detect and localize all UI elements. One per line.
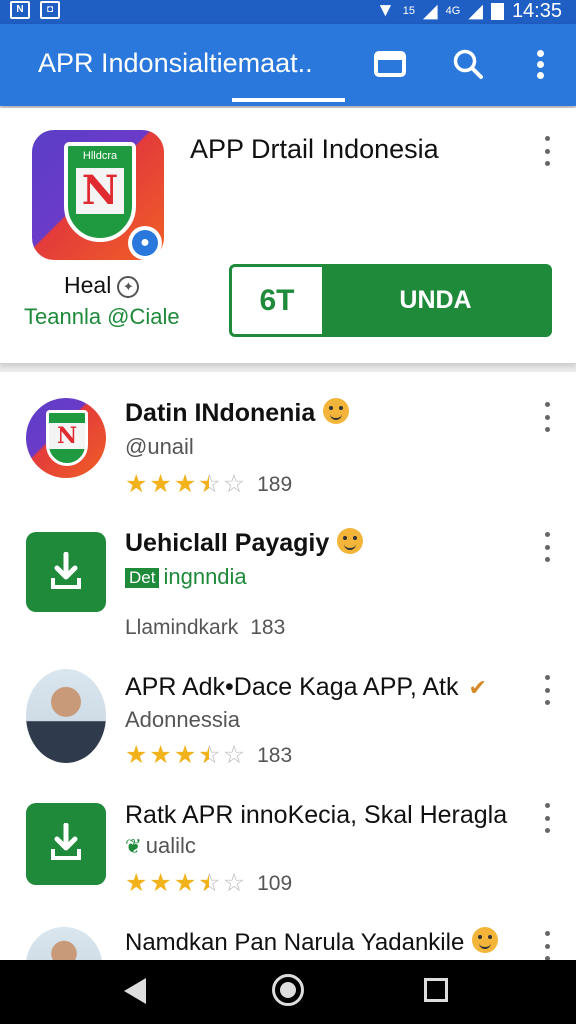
rating-count: 109 — [257, 871, 293, 895]
list-item[interactable]: Namdkan Pan Narula Yadankile — [0, 917, 576, 960]
more-vert-icon[interactable] — [518, 44, 562, 84]
emoji-icon — [472, 927, 499, 953]
star-icon: ★ — [173, 741, 197, 769]
star-icon: ★ — [125, 470, 148, 498]
compass-icon: ✦ — [117, 276, 140, 298]
rating: ★★★☆☆ 109 — [125, 869, 293, 897]
list-item[interactable]: N Datin INdonenia @unail ★★★☆☆ 189 — [0, 372, 576, 502]
network-label: 4G — [445, 5, 461, 17]
status-left: N ◘ — [10, 1, 60, 19]
publisher-name[interactable]: Heal ✦ — [64, 272, 140, 299]
signal-icon: ◢ — [423, 0, 438, 22]
app-subtitle: ingnndia — [163, 564, 247, 589]
star-icon: ★ — [125, 869, 148, 897]
list-item[interactable]: APR Adk•Dace Kaga APP, Atk ✔ Adonnessia ★… — [0, 657, 576, 787]
download-icon — [26, 803, 106, 885]
notification-icon: N — [10, 1, 30, 19]
install-button[interactable]: 6T UNDA — [229, 264, 552, 337]
photo-icon: ◘ — [40, 1, 60, 19]
star-icon: ★ — [125, 741, 148, 769]
rating-count: 189 — [257, 472, 293, 496]
star-half-icon: ☆ — [198, 472, 220, 498]
emoji-icon — [337, 528, 364, 554]
install-icon: 6T — [232, 267, 322, 334]
app-bar: APR Indonsialtiemaat.. — [0, 24, 576, 106]
detail-subtitle: Teannla @Ciale — [24, 304, 180, 329]
app-title: APR Indonsialtiemaat.. — [38, 48, 313, 78]
app-list: N Datin INdonenia @unail ★★★☆☆ 189 Uehic… — [0, 372, 576, 960]
star-half-icon: ☆ — [198, 743, 220, 769]
list-item[interactable]: Ratk APR innoKecia, Skal Heragla ❦ ualilc… — [0, 787, 576, 917]
shield-icon: Hlldcra N — [64, 142, 136, 242]
star-icon: ★ — [149, 470, 172, 498]
status-right: ▼ 15 ◢ 4G ◢ 14:35 — [376, 0, 562, 22]
clock: 14:35 — [511, 0, 562, 22]
meta-count: 183 — [250, 616, 286, 639]
signal-label: 15 — [402, 5, 415, 17]
app-title: APR Adk•Dace Kaga APP, Atk — [125, 673, 459, 701]
app-subtitle: Adonnessia — [125, 707, 240, 732]
item-more-icon[interactable] — [540, 931, 554, 960]
tab-indicator — [232, 98, 345, 102]
user-badge-icon: ● — [128, 226, 162, 260]
rating-count: 183 — [257, 743, 293, 767]
pencil-icon: ✔ — [468, 675, 487, 700]
home-icon[interactable] — [272, 974, 304, 1006]
item-more-icon[interactable] — [540, 675, 554, 705]
star-empty-icon: ☆ — [222, 470, 246, 498]
app-subtitle: ualilc — [145, 833, 196, 858]
recents-icon[interactable] — [424, 978, 448, 1002]
app-title: Uehiclall Payagiy — [125, 529, 330, 557]
badge: Det — [125, 568, 160, 588]
app-title: Datin INdonenia — [125, 399, 316, 427]
star-icon: ★ — [173, 470, 197, 498]
item-more-icon[interactable] — [540, 532, 554, 562]
star-icon: ★ — [149, 869, 172, 897]
star-empty-icon: ☆ — [222, 869, 246, 897]
wifi-icon: ▼ — [375, 0, 395, 21]
signal-icon-2: ◢ — [468, 0, 483, 22]
star-icon: ★ — [173, 869, 197, 897]
item-more-icon[interactable] — [540, 402, 554, 432]
emoji-icon — [323, 398, 350, 424]
item-more-icon[interactable] — [540, 803, 554, 833]
logo-letter: N — [81, 167, 119, 214]
battery-icon — [490, 2, 504, 20]
app-title: Namdkan Pan Narula Yadankile — [125, 929, 465, 956]
star-half-icon: ☆ — [198, 871, 220, 897]
rating: ★★★☆☆ 189 — [125, 470, 293, 498]
rating: ★★★☆☆ 183 — [125, 741, 293, 769]
detail-more-icon[interactable] — [540, 136, 554, 166]
detail-title: APP Drtail Indonesia — [190, 134, 439, 164]
navigation-bar — [0, 960, 576, 1024]
app-detail-card: Hlldcra N ● APP Drtail Indonesia Heal ✦ T… — [0, 108, 576, 364]
app-subtitle: @unail — [125, 434, 194, 459]
meta-text: Llamindkark — [125, 616, 239, 639]
avatar — [26, 669, 106, 763]
install-label: UNDA — [399, 286, 472, 314]
leaf-icon: ❦ — [125, 836, 142, 858]
star-empty-icon: ☆ — [222, 741, 246, 769]
logo-text: Hlldcra — [82, 150, 118, 162]
search-icon[interactable] — [446, 44, 490, 84]
status-bar: N ◘ ▼ 15 ◢ 4G ◢ 14:35 — [0, 0, 576, 24]
back-icon[interactable] — [124, 978, 146, 1004]
avatar — [26, 927, 102, 960]
app-icon: N — [26, 398, 106, 478]
app-title: Ratk APR innoKecia, Skal Heragla — [125, 801, 508, 829]
meta: Llamindkark 183 — [125, 616, 285, 640]
window-icon[interactable] — [368, 44, 412, 84]
star-icon: ★ — [149, 741, 172, 769]
download-icon — [26, 532, 106, 612]
list-item[interactable]: Uehiclall Payagiy Det ingnndia Llamindkar… — [0, 502, 576, 639]
